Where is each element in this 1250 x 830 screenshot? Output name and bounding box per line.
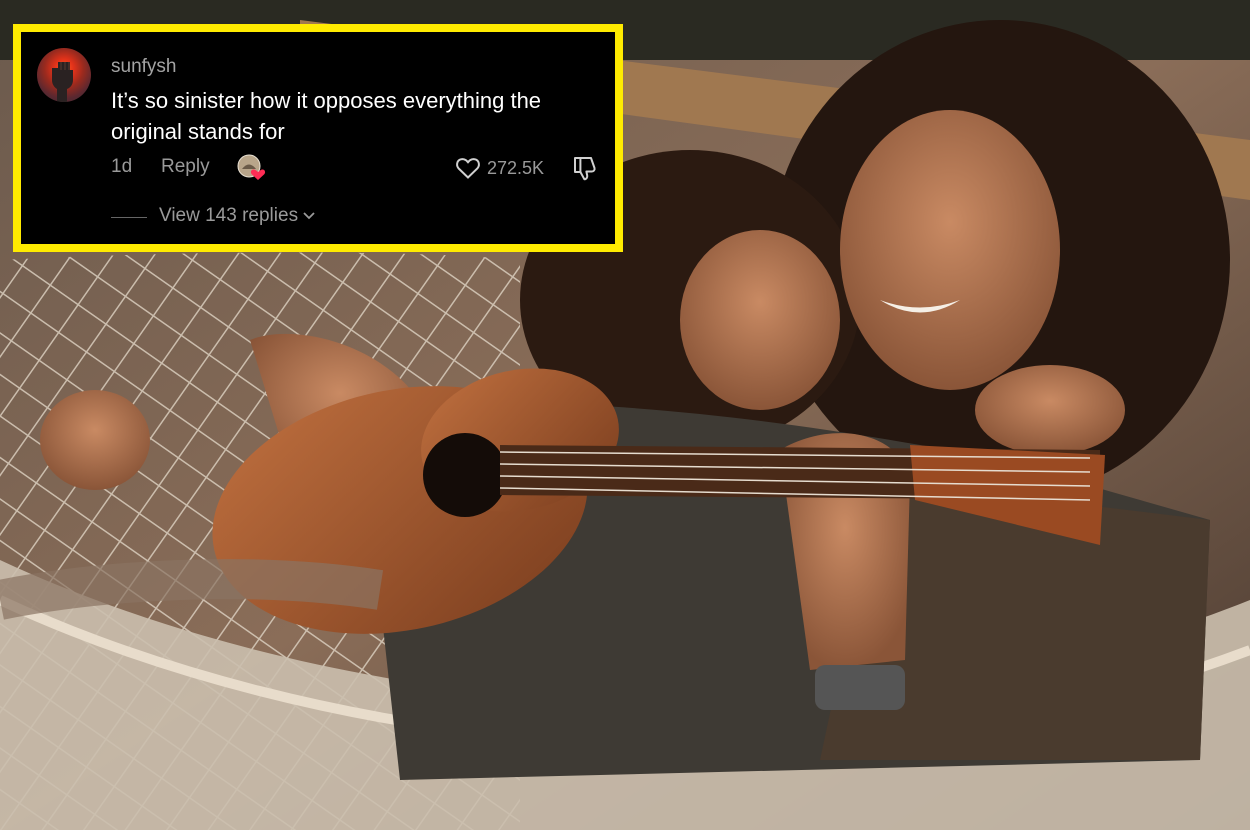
view-replies-button[interactable]: View 143 replies	[159, 205, 316, 227]
highlighted-comment: sunfysh It’s so sinister how it opposes …	[13, 24, 623, 252]
reply-button[interactable]: Reply	[161, 156, 210, 178]
like-count: 272.5K	[487, 157, 545, 178]
thumbs-down-outline-icon	[574, 157, 596, 181]
view-replies-label: View 143 replies	[159, 205, 299, 226]
comment-username[interactable]: sunfysh	[111, 56, 176, 78]
chevron-down-icon	[303, 212, 315, 220]
replies-divider	[111, 217, 147, 218]
heart-outline-icon	[456, 158, 480, 179]
user-avatar[interactable]	[37, 48, 91, 102]
comment-timestamp: 1d	[111, 156, 133, 177]
creator-liked-badge	[237, 154, 267, 182]
comment-text: It’s so sinister how it opposes everythi…	[111, 88, 542, 144]
dislike-button[interactable]	[571, 154, 599, 182]
raised-fist-icon	[52, 62, 73, 102]
like-button[interactable]: 272.5K	[455, 154, 544, 182]
